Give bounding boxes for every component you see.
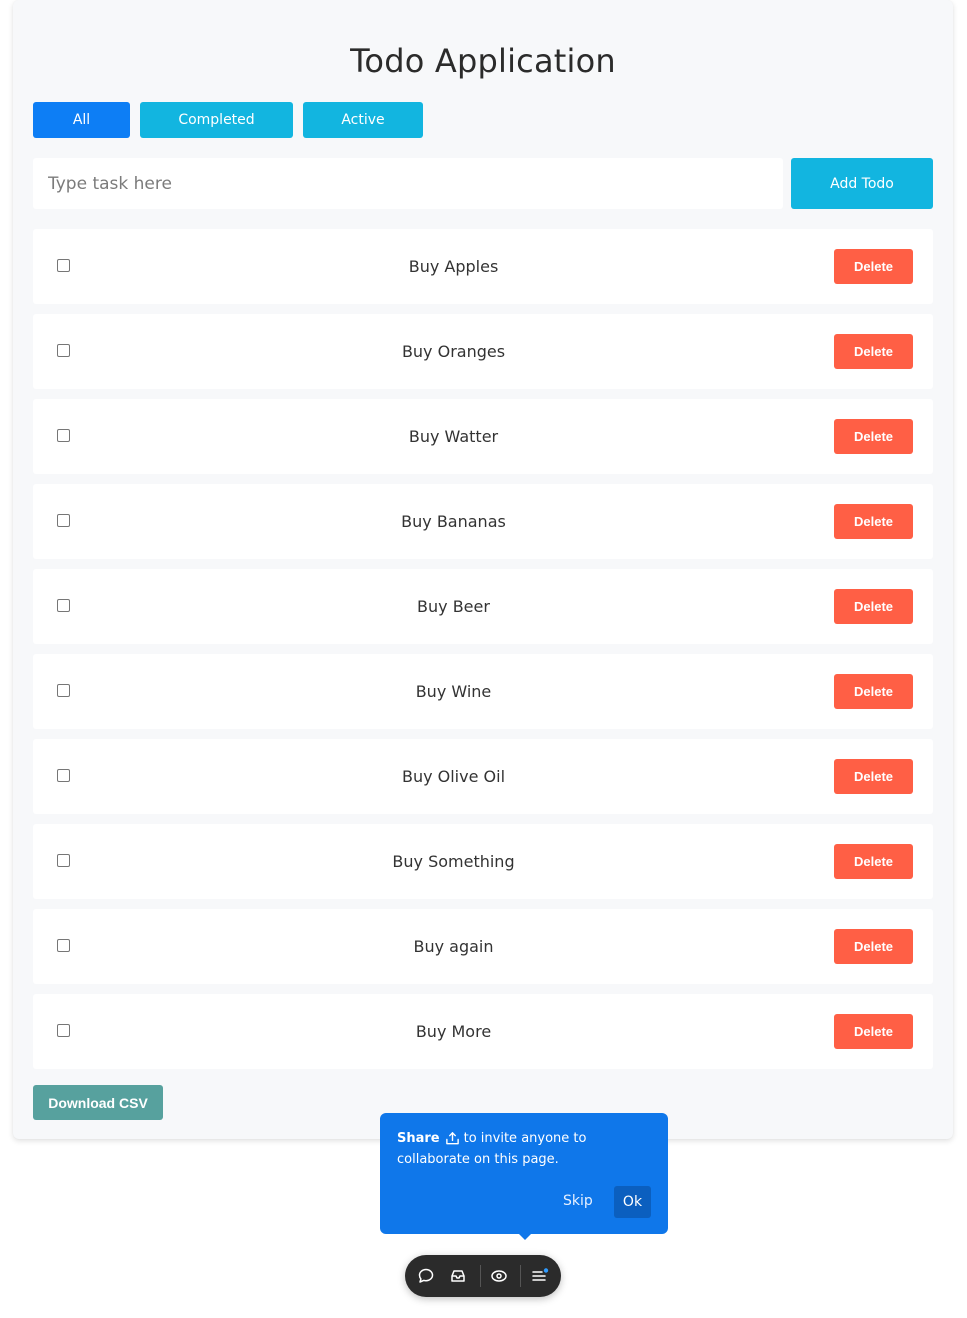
todo-item: Buy Olive Oil Delete (33, 739, 933, 814)
todo-item: Buy Oranges Delete (33, 314, 933, 389)
filter-completed-button[interactable]: Completed (140, 102, 293, 138)
todo-text: Buy More (415, 1022, 492, 1041)
delete-button[interactable]: Delete (834, 419, 913, 454)
todo-item: Buy again Delete (33, 909, 933, 984)
share-icon (445, 1131, 460, 1146)
tooltip-line-1-text: to invite anyone to (463, 1131, 587, 1146)
todo-text: Buy Beer (417, 597, 490, 616)
todo-item: Buy Beer Delete (33, 569, 933, 644)
inbox-icon[interactable] (446, 1264, 470, 1288)
download-csv-button[interactable]: Download CSV (33, 1085, 163, 1120)
todo-text: Buy Bananas (401, 512, 506, 531)
delete-button[interactable]: Delete (834, 844, 913, 879)
delete-button[interactable]: Delete (834, 589, 913, 624)
todo-text: Buy again (413, 937, 494, 956)
delete-button[interactable]: Delete (834, 249, 913, 284)
filter-all-button[interactable]: All (33, 102, 130, 138)
tooltip-arrow (519, 1234, 531, 1240)
todo-item: Buy Apples Delete (33, 229, 933, 304)
floating-toolbar (405, 1255, 561, 1297)
delete-button[interactable]: Delete (834, 674, 913, 709)
todo-item: Buy Wine Delete (33, 654, 933, 729)
todo-text: Buy Something (392, 852, 515, 871)
menu-icon[interactable] (528, 1264, 552, 1288)
tooltip-line-2: collaborate on this page. (397, 1152, 559, 1167)
toolbar-divider (480, 1265, 481, 1287)
page-title: Todo Application (350, 42, 616, 80)
todo-text: Buy Wine (415, 682, 492, 701)
delete-button[interactable]: Delete (834, 504, 913, 539)
todo-text: Buy Apples (408, 257, 499, 276)
tooltip-share-word: Share (397, 1131, 440, 1146)
todo-item: Buy Watter Delete (33, 399, 933, 474)
eye-icon[interactable] (487, 1264, 511, 1288)
share-tooltip: Share to invite anyone to collaborate on… (380, 1113, 668, 1240)
todo-item: Buy More Delete (33, 994, 933, 1069)
toolbar-divider (520, 1265, 521, 1287)
delete-button[interactable]: Delete (834, 1014, 913, 1049)
delete-button[interactable]: Delete (834, 929, 913, 964)
todo-list: Buy Apples Delete Buy Oranges Delete Buy… (33, 229, 933, 1079)
tooltip-line-1: Share to invite anyone to (397, 1131, 586, 1146)
ok-button[interactable]: Ok (614, 1186, 651, 1218)
add-todo-button[interactable]: Add Todo (791, 158, 933, 209)
todo-text: Buy Oranges (401, 342, 506, 361)
filter-active-button[interactable]: Active (303, 102, 423, 138)
skip-button[interactable]: Skip (563, 1186, 593, 1216)
todo-text: Buy Watter (408, 427, 499, 446)
todo-text: Buy Olive Oil (401, 767, 506, 786)
todo-card: Todo Application All Completed Active Ad… (13, 0, 953, 1139)
delete-button[interactable]: Delete (834, 759, 913, 794)
comment-icon[interactable] (414, 1264, 438, 1288)
todo-item: Buy Bananas Delete (33, 484, 933, 559)
task-input[interactable] (33, 158, 783, 209)
todo-item: Buy Something Delete (33, 824, 933, 899)
delete-button[interactable]: Delete (834, 334, 913, 369)
